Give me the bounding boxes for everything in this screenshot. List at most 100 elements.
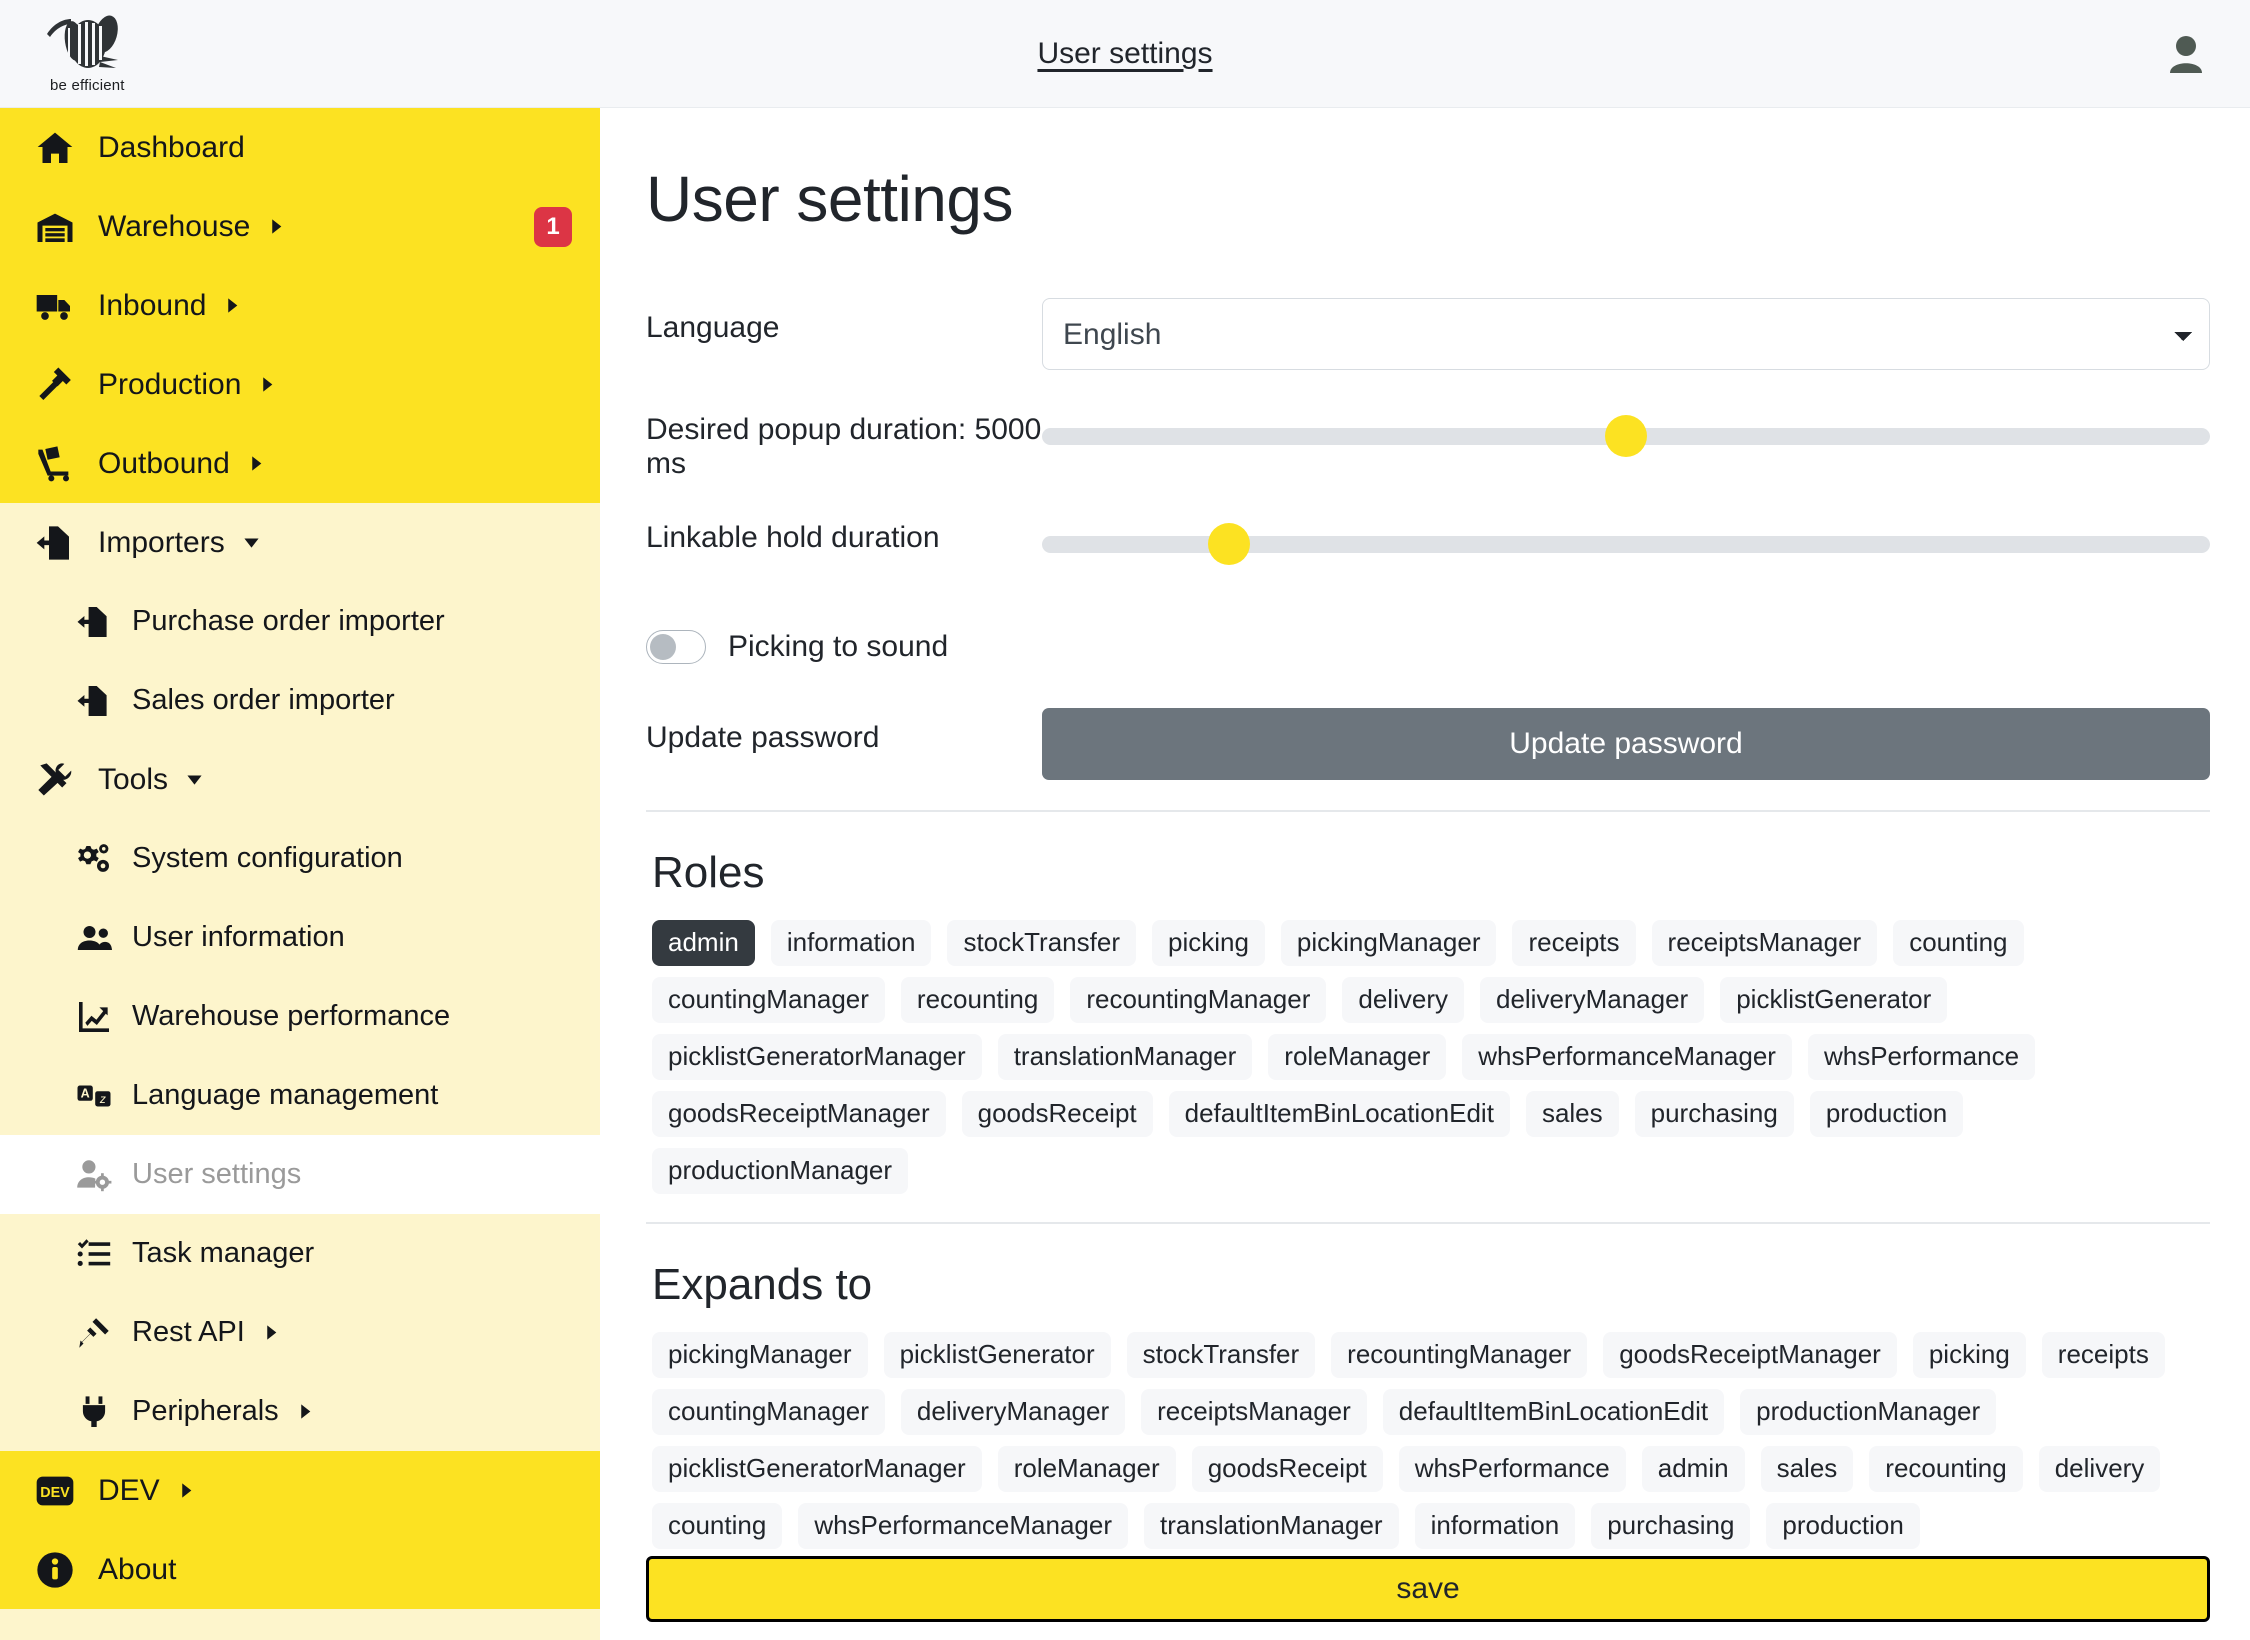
tag-information[interactable]: information xyxy=(1414,1503,1576,1550)
tag-admin[interactable]: admin xyxy=(1641,1446,1745,1493)
user-avatar-glyph xyxy=(2170,35,2202,73)
tag-goodsReceipt[interactable]: goodsReceipt xyxy=(1191,1446,1383,1493)
sidebar-item-warehouse[interactable]: Warehouse 1 xyxy=(0,187,600,266)
save-button[interactable]: save xyxy=(646,1556,2210,1622)
tag-receiptsManager[interactable]: receiptsManager xyxy=(1651,920,1878,967)
tag-receipts[interactable]: receipts xyxy=(1512,920,1636,967)
linkable-hold-row: Linkable hold duration xyxy=(646,508,2210,582)
chevron-down-icon[interactable] xyxy=(186,771,203,788)
sidebar-item-tools[interactable]: Tools xyxy=(0,740,600,819)
chevron-right-icon[interactable] xyxy=(268,218,285,235)
sidebar-item-dev[interactable]: DEV DEV xyxy=(0,1451,600,1530)
tag-defaultItemBinLocationEdit[interactable]: defaultItemBinLocationEdit xyxy=(1382,1389,1725,1436)
tag-picklistGeneratorManager[interactable]: picklistGeneratorManager xyxy=(652,1034,982,1081)
tag-productionManager[interactable]: productionManager xyxy=(652,1148,909,1195)
tag-production[interactable]: production xyxy=(1766,1503,1920,1550)
tag-goodsReceipt[interactable]: goodsReceipt xyxy=(961,1091,1153,1138)
chevron-right-icon[interactable] xyxy=(259,376,276,393)
chevron-right-icon[interactable] xyxy=(224,297,241,314)
popup-duration-slider[interactable] xyxy=(1042,400,2210,472)
tag-delivery[interactable]: delivery xyxy=(2038,1446,2161,1493)
tag-sales[interactable]: sales xyxy=(1760,1446,1854,1493)
sidebar-item-warehouse-performance[interactable]: Warehouse performance xyxy=(0,977,600,1056)
home-icon xyxy=(32,128,78,168)
tag-picking[interactable]: picking xyxy=(1912,1332,2026,1379)
sidebar-item-importers[interactable]: Importers xyxy=(0,503,600,582)
sidebar-item-dashboard[interactable]: Dashboard xyxy=(0,108,600,187)
tag-counting[interactable]: counting xyxy=(652,1503,783,1550)
tag-picking[interactable]: picking xyxy=(1151,920,1265,967)
sidebar-item-production[interactable]: Production xyxy=(0,345,600,424)
tag-production[interactable]: production xyxy=(1809,1091,1964,1138)
chevron-right-icon[interactable] xyxy=(297,1403,314,1420)
tag-delivery[interactable]: delivery xyxy=(1342,977,1464,1024)
tag-countingManager[interactable]: countingManager xyxy=(652,977,885,1024)
tag-roleManager[interactable]: roleManager xyxy=(997,1446,1176,1493)
tag-whsPerformance[interactable]: whsPerformance xyxy=(1807,1034,2036,1081)
tag-roleManager[interactable]: roleManager xyxy=(1268,1034,1447,1081)
tag-deliveryManager[interactable]: deliveryManager xyxy=(1479,977,1705,1024)
tag-information[interactable]: information xyxy=(770,920,932,967)
tag-picklistGeneratorManager[interactable]: picklistGeneratorManager xyxy=(652,1446,982,1493)
section-divider xyxy=(646,810,2210,813)
tag-picklistGenerator[interactable]: picklistGenerator xyxy=(883,1332,1111,1379)
tag-recountingManager[interactable]: recountingManager xyxy=(1070,977,1327,1024)
tag-recounting[interactable]: recounting xyxy=(900,977,1055,1024)
tag-translationManager[interactable]: translationManager xyxy=(1144,1503,1399,1550)
tag-stockTransfer[interactable]: stockTransfer xyxy=(1126,1332,1316,1379)
sidebar-item-sales-order-importer[interactable]: Sales order importer xyxy=(0,661,600,740)
tag-pickingManager[interactable]: pickingManager xyxy=(652,1332,868,1379)
sidebar-item-inbound[interactable]: Inbound xyxy=(0,266,600,345)
picking-sound-toggle[interactable] xyxy=(646,630,706,665)
tag-admin[interactable]: admin xyxy=(652,920,755,967)
sidebar-item-task-manager[interactable]: Task manager xyxy=(0,1214,600,1293)
sidebar-item-badge: 1 xyxy=(534,206,572,247)
tag-whsPerformanceManager[interactable]: whsPerformanceManager xyxy=(798,1503,1129,1550)
chevron-right-icon[interactable] xyxy=(263,1324,280,1341)
sidebar-nav: Dashboard Warehouse 1 Inbound Production Outb… xyxy=(0,108,600,1640)
sidebar-item-about[interactable]: About xyxy=(0,1530,600,1609)
tag-receiptsManager[interactable]: receiptsManager xyxy=(1141,1389,1367,1436)
sidebar-item-peripherals[interactable]: Peripherals xyxy=(0,1372,600,1451)
popup-duration-thumb[interactable] xyxy=(1605,415,1647,457)
tag-recountingManager[interactable]: recountingManager xyxy=(1331,1332,1588,1379)
tag-whsPerformance[interactable]: whsPerformance xyxy=(1398,1446,1626,1493)
tag-countingManager[interactable]: countingManager xyxy=(652,1389,885,1436)
sidebar-item-user-information[interactable]: User information xyxy=(0,898,600,977)
tag-productionManager[interactable]: productionManager xyxy=(1740,1389,1997,1436)
tag-goodsReceiptManager[interactable]: goodsReceiptManager xyxy=(1603,1332,1897,1379)
update-password-button[interactable]: Update password xyxy=(1042,708,2210,781)
tag-deliveryManager[interactable]: deliveryManager xyxy=(900,1389,1126,1436)
tag-pickingManager[interactable]: pickingManager xyxy=(1280,920,1497,967)
chevron-down-icon[interactable] xyxy=(243,534,260,551)
linkable-hold-slider[interactable] xyxy=(1042,508,2210,580)
update-password-label: Update password xyxy=(646,721,880,755)
tag-receipts[interactable]: receipts xyxy=(2041,1332,2165,1379)
linkable-hold-thumb[interactable] xyxy=(1207,523,1250,566)
sidebar-item-outbound[interactable]: Outbound xyxy=(0,424,600,503)
tag-recounting[interactable]: recounting xyxy=(1869,1446,2023,1493)
chevron-right-icon[interactable] xyxy=(178,1482,195,1499)
chevron-right-icon[interactable] xyxy=(248,455,265,472)
top-bar: be efficient User settings xyxy=(0,0,2250,108)
sidebar-item-system-configuration[interactable]: System configuration xyxy=(0,819,600,898)
tag-sales[interactable]: sales xyxy=(1525,1091,1619,1138)
sidebar-item-rest-api[interactable]: Rest API xyxy=(0,1293,600,1372)
tag-purchasing[interactable]: purchasing xyxy=(1591,1503,1751,1550)
tag-picklistGenerator[interactable]: picklistGenerator xyxy=(1720,977,1948,1024)
tag-defaultItemBinLocationEdit[interactable]: defaultItemBinLocationEdit xyxy=(1168,1091,1510,1138)
tag-goodsReceiptManager[interactable]: goodsReceiptManager xyxy=(652,1091,946,1138)
sidebar-item-purchase-order-importer[interactable]: Purchase order importer xyxy=(0,582,600,661)
user-avatar-icon[interactable] xyxy=(2164,32,2208,76)
app-logo[interactable]: be efficient xyxy=(0,0,600,108)
language-select[interactable]: English xyxy=(1042,298,2210,370)
sidebar-item-user-settings[interactable]: User settings xyxy=(0,1135,600,1214)
linkable-hold-track[interactable] xyxy=(1042,523,2210,566)
tag-whsPerformanceManager[interactable]: whsPerformanceManager xyxy=(1462,1034,1792,1081)
tag-translationManager[interactable]: translationManager xyxy=(997,1034,1253,1081)
tag-counting[interactable]: counting xyxy=(1893,920,2024,967)
tag-stockTransfer[interactable]: stockTransfer xyxy=(947,920,1136,967)
popup-duration-track[interactable] xyxy=(1042,415,2210,457)
tag-purchasing[interactable]: purchasing xyxy=(1634,1091,1794,1138)
sidebar-item-language-management[interactable]: Az Language management xyxy=(0,1056,600,1135)
